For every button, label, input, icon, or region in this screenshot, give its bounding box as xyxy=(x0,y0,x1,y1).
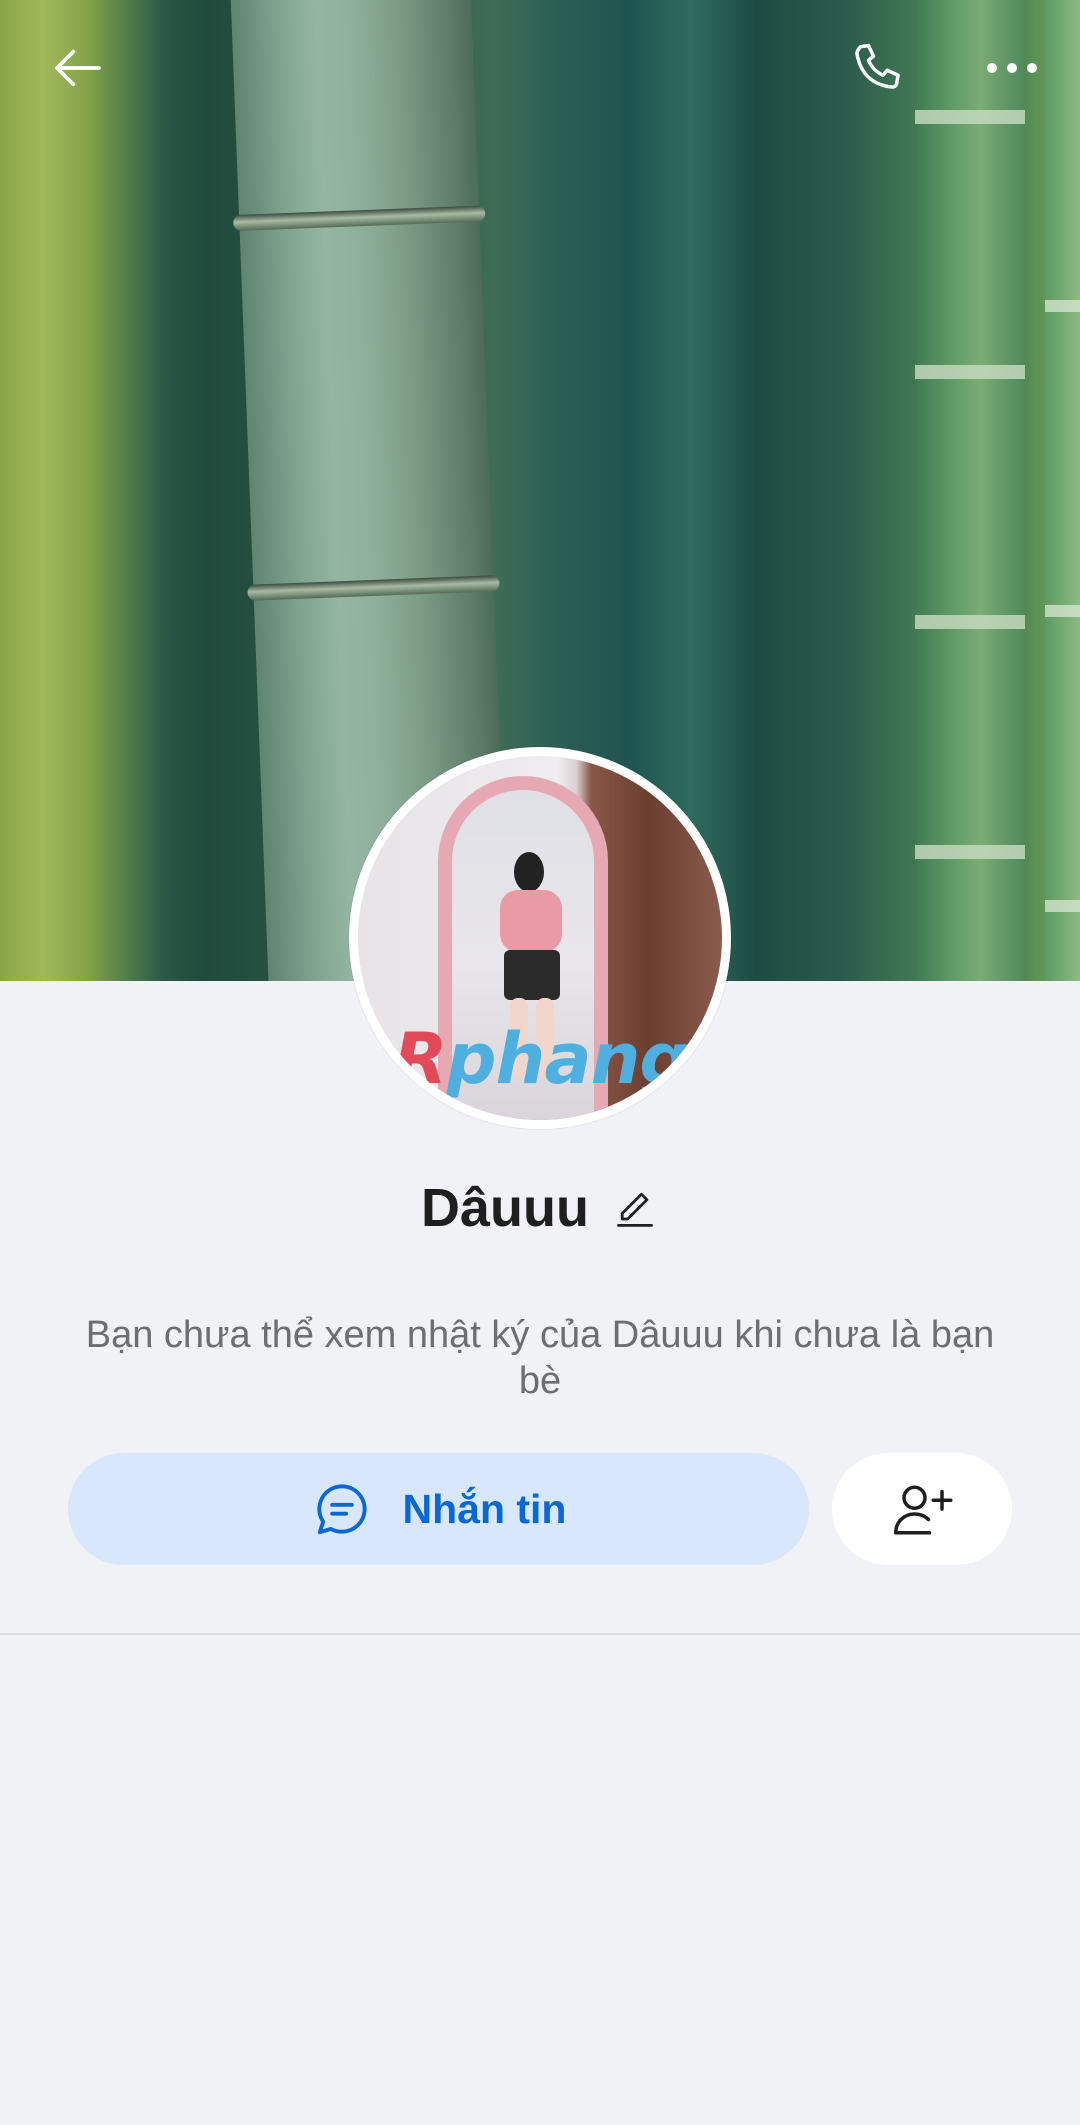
name-row: Dâuuu xyxy=(0,1172,1080,1244)
back-button[interactable] xyxy=(38,28,118,108)
more-horizontal-icon xyxy=(987,63,1037,73)
section-divider xyxy=(0,1633,1080,1635)
avatar-frame[interactable]: Rphang xyxy=(349,747,731,1129)
user-plus-icon xyxy=(894,1485,953,1535)
privacy-notice: Bạn chưa thể xem nhật ký của Dâuuu khi c… xyxy=(85,1314,995,1402)
message-button-label: Nhắn tin xyxy=(402,1485,567,1532)
avatar[interactable]: Rphang xyxy=(358,756,722,1120)
bamboo-node xyxy=(1045,900,1080,912)
bamboo-node xyxy=(233,205,486,232)
chat-bubble-icon xyxy=(316,1484,367,1535)
bamboo-node xyxy=(915,615,1025,629)
edit-name-button[interactable] xyxy=(611,1184,659,1232)
avatar-watermark: Rphang xyxy=(393,1018,689,1100)
bamboo-stalk-right xyxy=(915,0,1025,981)
profile-name: Dâuuu xyxy=(421,1178,589,1238)
call-button[interactable] xyxy=(838,28,918,108)
bamboo-node xyxy=(1045,605,1080,617)
bamboo-node xyxy=(915,365,1025,379)
phone-icon xyxy=(855,43,900,89)
pencil-icon xyxy=(617,1192,653,1227)
bamboo-node xyxy=(247,575,500,601)
bamboo-stalk-far-right xyxy=(1045,0,1080,981)
message-button[interactable]: Nhắn tin xyxy=(68,1453,809,1565)
bamboo-node xyxy=(1045,300,1080,312)
arrow-left-icon xyxy=(55,49,101,87)
bamboo-node xyxy=(915,110,1025,124)
profile-page: Rphang Dâuuu Bạn chưa thể xem nhật ký củ… xyxy=(0,0,1080,2125)
bamboo-node xyxy=(915,845,1025,859)
add-friend-button[interactable] xyxy=(832,1453,1012,1565)
more-button[interactable] xyxy=(972,28,1052,108)
